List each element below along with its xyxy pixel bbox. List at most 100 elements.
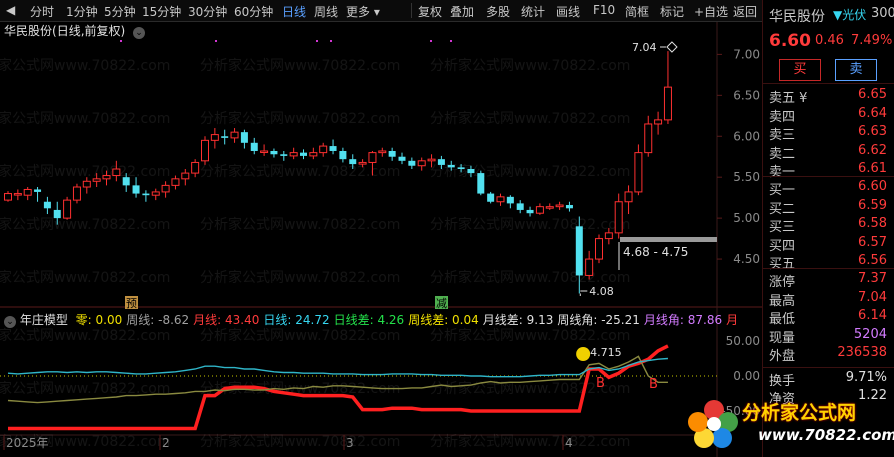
sell-level-1-value: 6.61 xyxy=(858,161,887,176)
candle-body xyxy=(477,173,485,194)
indicator-item-2: 月线: 43.40 xyxy=(193,313,260,327)
signal-dot xyxy=(430,40,432,42)
candle-body xyxy=(289,152,298,157)
watermark-text: 分析家公式网www.70822.com xyxy=(0,269,170,286)
candle-body xyxy=(417,160,426,167)
panel-sector-tag[interactable]: ▼光伏 xyxy=(833,6,866,23)
candle-body xyxy=(624,191,633,203)
marker-label: 减 xyxy=(436,297,447,310)
candle-body xyxy=(388,150,396,157)
candle-body xyxy=(634,152,643,193)
candle-body xyxy=(210,134,219,141)
buy-level-4-value: 6.57 xyxy=(858,234,887,250)
candle-body xyxy=(161,184,170,193)
candle-body xyxy=(368,152,377,163)
indicator-tick-label: 50.00 xyxy=(726,334,760,348)
candle-body xyxy=(526,209,534,214)
candle-body xyxy=(329,146,337,151)
indicator-item-0: 零: 0.00 xyxy=(75,313,123,327)
candle-body xyxy=(535,206,544,214)
indicator-item-9: 月 xyxy=(726,313,739,327)
sell-level-3: 卖三 6.63 xyxy=(769,124,889,143)
stat-1-label: 最高 xyxy=(769,293,796,309)
candle-body xyxy=(270,150,278,155)
signal-dot xyxy=(215,40,217,42)
sell-button[interactable]: 卖 xyxy=(835,59,877,81)
candle-body xyxy=(545,206,554,209)
kline-chart[interactable]: 分析家公式网www.70822.com 分析家公式网www.70822.com 分析… xyxy=(0,0,894,457)
x-tick-label: 2 xyxy=(162,436,170,450)
stat-0-value: 7.37 xyxy=(858,271,887,286)
watermark-text: 分析家公式网www.70822.com xyxy=(430,269,630,286)
candle-body xyxy=(457,167,465,169)
stat-2-value: 6.14 xyxy=(858,308,887,323)
candle-body xyxy=(53,209,61,219)
sell-level-4-label: 卖四 xyxy=(769,109,796,125)
range-bar xyxy=(620,237,717,242)
buy-level-5-label: 买五 xyxy=(769,257,796,272)
sell-level-5-label: 卖五 ¥ xyxy=(769,91,808,106)
candle-body xyxy=(487,193,495,202)
stat-3-label: 现量 xyxy=(769,330,796,346)
buy-signal-mark: B xyxy=(649,377,658,392)
sell-level-3-label: 卖三 xyxy=(769,128,796,143)
candle-body xyxy=(447,164,455,168)
candle-body xyxy=(358,161,367,165)
buy-level-5-value: 6.56 xyxy=(858,253,887,268)
candle-body xyxy=(23,188,32,196)
candle-body xyxy=(575,226,583,276)
series-日线 xyxy=(7,357,668,378)
candle-body xyxy=(171,178,180,186)
candle-body xyxy=(191,161,200,174)
candle-body xyxy=(663,86,672,121)
indicator-name: 年庄模型 xyxy=(19,313,68,327)
sell-level-3-value: 6.63 xyxy=(858,124,887,139)
candle-body xyxy=(349,159,357,165)
stat-2: 最低 6.14 xyxy=(769,308,889,327)
stat-4-value: 236538 xyxy=(837,345,887,360)
candle-body xyxy=(595,238,603,260)
candle-body xyxy=(604,232,613,240)
watermark-text: 分析家公式网www.70822.com xyxy=(200,269,400,286)
buy-level-3-value: 6.58 xyxy=(858,216,887,231)
indicator-item-3: 日线: 24.72 xyxy=(263,313,330,327)
signal-dot xyxy=(316,40,318,42)
buy-button[interactable]: 买 xyxy=(779,59,821,81)
watermark-text: 分析家公式网www.70822.com xyxy=(0,216,170,233)
stat-5-label: 换手 xyxy=(769,374,796,389)
candle-body xyxy=(63,199,72,219)
candle-body xyxy=(221,136,229,138)
buy-level-4: 买四 6.57 xyxy=(769,234,889,254)
buy-signal-mark: B xyxy=(596,376,605,391)
panel-stock-name: 华民股份 xyxy=(769,9,825,25)
signal-dot xyxy=(450,40,452,42)
candle-body xyxy=(13,193,22,196)
x-tick-label: 2025年 xyxy=(6,436,49,450)
candle-body xyxy=(565,205,573,209)
candle-body xyxy=(102,175,111,180)
buy-level-2: 买二 6.59 xyxy=(769,197,889,217)
indicator-toggle-icon[interactable]: ⌄ xyxy=(4,316,16,328)
indicator-item-5: 周线差: 0.04 xyxy=(408,313,479,327)
sell-level-2-value: 6.62 xyxy=(858,142,887,158)
buy-level-2-value: 6.59 xyxy=(858,197,887,213)
candle-body xyxy=(644,123,653,154)
buy-level-2-label: 买二 xyxy=(769,201,796,217)
indicator-item-8: 月线角: 87.86 xyxy=(643,313,723,327)
candle-body xyxy=(654,119,663,125)
low-price-label: 4.08 xyxy=(589,285,614,298)
stat-1-value: 7.04 xyxy=(858,289,887,305)
candle-body xyxy=(378,150,387,154)
watermark-text: 分析家公式网www.70822.com xyxy=(430,433,630,450)
watermark-text: 分析家公式网www.70822.com xyxy=(430,327,630,344)
indicator-tick-label: 0.00 xyxy=(733,369,760,383)
panel-pct: 7.49% xyxy=(851,33,893,48)
watermark-text: 分析家公式网www.70822.com xyxy=(430,163,630,180)
candle-body xyxy=(467,169,475,174)
signal-dot xyxy=(330,40,332,42)
x-tick-label: 3 xyxy=(346,436,354,450)
sell-level-4-value: 6.64 xyxy=(858,105,887,121)
candle-body xyxy=(181,172,190,180)
candle-body xyxy=(408,160,416,166)
logo-title: 分析家公式网 xyxy=(742,402,857,424)
